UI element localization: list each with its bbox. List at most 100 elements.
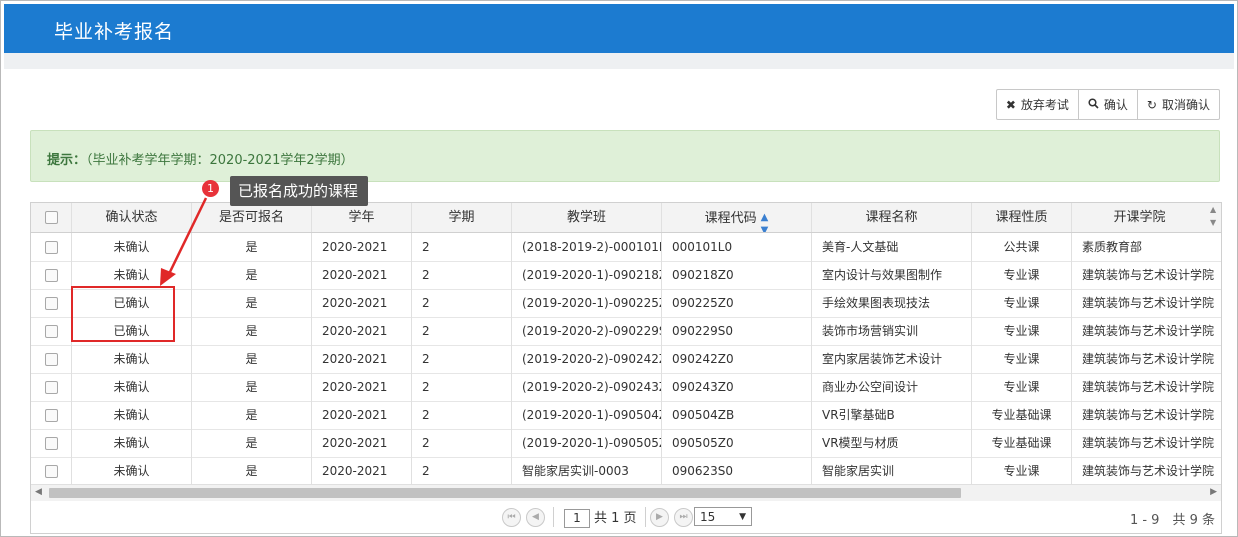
page-size-select[interactable]: 15 ▼ [694,507,752,526]
column-header[interactable]: 教学班 [512,203,662,232]
confirm-status-cell: 未确认 [72,457,192,485]
scroll-right-icon[interactable]: ▶ [1210,487,1217,497]
row-checkbox[interactable] [44,269,58,282]
college-cell: 建筑装饰与艺术设计学院 [1082,268,1215,282]
class-cell: (2019-2020-1)-090218Z0 [512,261,662,289]
course-type-cell: 公共课 [972,233,1072,261]
term-cell: 2 [412,429,512,457]
can-register-cell: 是 [192,429,312,457]
column-header[interactable]: 学年 [312,203,412,232]
table-row[interactable]: 未确认是 2020-2021 2 (2019-2020-1)-090505Z0 0905… [31,429,1221,458]
term-cell: 2 [412,373,512,401]
course-name-cell: 室内家居装饰艺术设计 [812,345,972,373]
course-type-cell: 专业课 [972,373,1072,401]
confirm-status-cell: 未确认 [72,373,192,401]
search-icon [1088,97,1099,112]
term-cell: 2 [412,261,512,289]
sort-icon: ▲ ▼ [760,212,769,232]
select-all-checkbox[interactable] [44,211,58,224]
row-checkbox[interactable] [44,465,58,478]
close-icon: ✖ [1005,97,1016,112]
row-select-cell [31,261,72,289]
cancel-confirm-button[interactable]: ↻ 取消确认 [1138,90,1219,119]
course-name-cell: 美育-人文基础 [812,233,972,261]
table-row[interactable]: 未确认是 2020-2021 2 (2019-2020-2)-090242Z0 0902… [31,345,1221,374]
annotation-arrow [160,197,208,286]
course-type-cell: 专业课 [972,289,1072,317]
tip-text: 提示：（毕业补考学年学期：2020-2021学年2学期） [47,149,354,168]
class-cell: (2019-2020-1)-090225Z0 [512,289,662,317]
table-row[interactable]: 已确认是 2020-2021 2 (2019-2020-1)-090225Z0 0902… [31,289,1221,318]
term-cell: 2 [412,233,512,261]
scrollbar-thumb[interactable] [49,488,961,498]
column-header[interactable]: 开课学院 [1072,203,1207,232]
term-cell: 2 [412,345,512,373]
column-header[interactable]: 课程名称 [812,203,972,232]
tip-label: 提示： [47,153,87,168]
vertical-scrollbar[interactable]: ▲ ▼ [1207,203,1221,232]
can-register-cell: 是 [192,401,312,429]
course-code-cell: 090218Z0 [662,261,812,289]
column-header[interactable]: 课程性质 [972,203,1072,232]
table-row[interactable]: 未确认是 2020-2021 2 智能家居实训-0003 090623S0 智能家居实训专… [31,457,1221,486]
page-number-input[interactable]: 1 [564,509,590,528]
prev-page-icon[interactable]: ◀ [526,508,545,527]
annotation-callout: 已报名成功的课程 [230,176,369,206]
row-select-cell [31,345,72,373]
course-code-cell: 090225Z0 [662,289,812,317]
last-page-icon[interactable]: ⏭ [674,508,693,527]
confirm-label: 确认 [1103,98,1128,112]
row-select-cell [31,429,72,457]
abandon-exam-button[interactable]: ✖ 放弃考试 [997,90,1079,119]
class-cell: (2018-2019-2)-000101L0 [512,233,662,261]
academic-year-cell: 2020-2021 [312,345,412,373]
confirm-button[interactable]: 确认 [1079,90,1138,119]
row-select-cell [31,233,72,261]
course-code-cell: 090242Z0 [662,345,812,373]
course-code-cell: 090505Z0 [662,429,812,457]
header-divider-band [4,53,1234,69]
column-header[interactable]: 学期 [412,203,512,232]
table-row[interactable]: 未确认是 2020-2021 2 (2019-2020-1)-090504ZB 0905… [31,401,1221,430]
can-register-cell: 是 [192,289,312,317]
pagination-bar: ⏮ ◀ 1 共 1 页 ▶ ⏭ 15 ▼ 1 - 9 共 9 条 [31,501,1221,532]
table-row[interactable]: 已确认是 2020-2021 2 (2019-2020-2)-090229S0 0902… [31,317,1221,346]
row-checkbox[interactable] [44,241,58,254]
row-checkbox[interactable] [44,381,58,394]
scroll-left-icon[interactable]: ◀ [35,487,42,497]
next-page-icon[interactable]: ▶ [650,508,669,527]
row-checkbox[interactable] [44,437,58,450]
scroll-down-icon[interactable]: ▼ [1210,218,1216,227]
row-select-cell [31,457,72,485]
class-cell: 智能家居实训-0003 [512,457,662,485]
first-page-icon[interactable]: ⏮ [502,508,521,527]
scroll-up-icon[interactable]: ▲ [1210,205,1216,214]
abandon-exam-label: 放弃考试 [1020,98,1069,112]
table-row[interactable]: 未确认是 2020-2021 2 (2019-2020-2)-090243Z0 0902… [31,373,1221,402]
tip-panel: 提示：（毕业补考学年学期：2020-2021学年2学期） [30,130,1220,182]
select-all-cell [31,203,72,232]
can-register-cell: 是 [192,457,312,485]
academic-year-cell: 2020-2021 [312,261,412,289]
class-cell: (2019-2020-1)-090504ZB [512,401,662,429]
term-cell: 2 [412,317,512,345]
tip-term: （毕业补考学年学期：2020-2021学年2学期） [86,153,354,168]
horizontal-scrollbar[interactable]: ◀ ▶ [31,484,1221,501]
action-toolbar: ✖ 放弃考试 确认 ↻ 取消确认 [995,89,1220,120]
college-cell: 建筑装饰与艺术设计学院 [1082,352,1215,366]
row-checkbox[interactable] [44,409,58,422]
course-name-cell: 手绘效果图表现技法 [812,289,972,317]
column-header-sorted[interactable]: 课程代码 ▲ ▼ [662,203,812,232]
confirm-status-cell: 未确认 [72,345,192,373]
class-cell: (2019-2020-2)-090242Z0 [512,345,662,373]
college-cell: 建筑装饰与艺术设计学院 [1082,436,1215,450]
course-code-cell: 090229S0 [662,317,812,345]
refresh-icon: ↻ [1146,97,1157,112]
academic-year-cell: 2020-2021 [312,401,412,429]
row-checkbox[interactable] [44,325,58,338]
row-checkbox[interactable] [44,353,58,366]
row-checkbox[interactable] [44,297,58,310]
total-pages-text: 共 1 页 [594,511,637,526]
row-select-cell [31,317,72,345]
class-cell: (2019-2020-2)-090229S0 [512,317,662,345]
